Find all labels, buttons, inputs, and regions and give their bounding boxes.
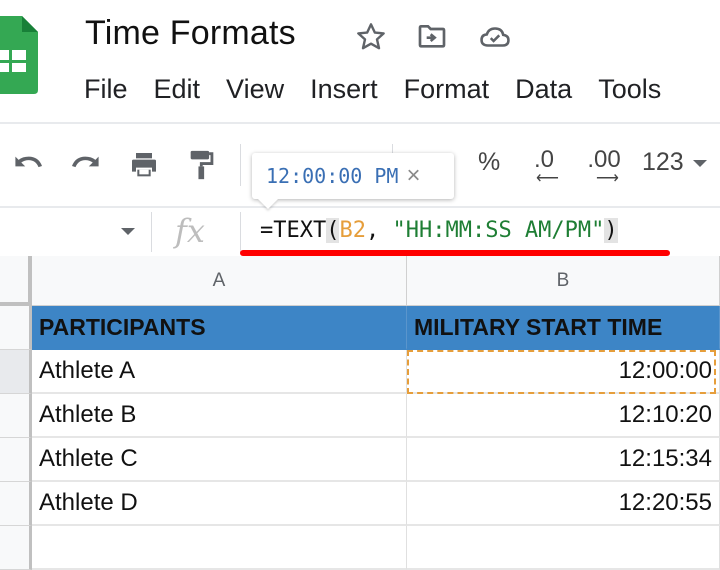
formula-separator <box>240 212 241 252</box>
toolbar-separator <box>240 144 241 186</box>
close-icon[interactable]: × <box>406 164 420 188</box>
cloud-saved-icon[interactable] <box>478 20 512 54</box>
column-header-a[interactable]: A <box>32 256 407 306</box>
table-cell-participant[interactable]: Athlete A <box>32 350 407 394</box>
formula-format-string: "HH:MM:SS AM/PM" <box>392 218 605 243</box>
decrease-decimal-label: .0 <box>533 146 554 173</box>
table-cell-participant[interactable]: Athlete B <box>32 394 407 438</box>
cell-header-participants[interactable]: PARTICIPANTS <box>32 306 407 350</box>
column-header-b[interactable]: B <box>407 256 720 306</box>
print-icon[interactable] <box>124 148 164 182</box>
formula-open-paren: ( <box>326 218 340 243</box>
menu-bar: File Edit View Insert Format Data Tools <box>84 74 687 105</box>
name-box[interactable] <box>0 208 150 256</box>
menu-format[interactable]: Format <box>404 74 490 105</box>
select-all-corner[interactable] <box>0 256 32 306</box>
formula-bar: fx =TEXT(B2, "HH:MM:SS AM/PM") <box>0 208 720 256</box>
arrow-left-icon: ⟵ <box>536 170 559 187</box>
paint-format-icon[interactable] <box>182 148 222 182</box>
formula-separator-text: , <box>365 218 393 243</box>
cell-header-military-start-time[interactable]: MILITARY START TIME <box>407 306 720 350</box>
redo-icon[interactable] <box>66 148 106 182</box>
decrease-decimal-button[interactable]: .0 ⟵ <box>524 146 564 187</box>
more-formats-button[interactable]: 123 <box>642 148 707 177</box>
increase-decimal-button[interactable]: .00 ⟶ <box>584 146 624 187</box>
format-percent-button[interactable]: % <box>478 148 500 177</box>
table-cell-start-time[interactable]: 12:20:55 <box>407 482 720 526</box>
row-header[interactable] <box>0 438 32 482</box>
table-cell-participant[interactable] <box>32 526 407 570</box>
chevron-down-icon <box>121 228 135 235</box>
formula-input[interactable]: =TEXT(B2, "HH:MM:SS AM/PM") <box>260 218 618 243</box>
table-cell-start-time[interactable]: 12:00:00 <box>407 350 720 394</box>
fx-icon: fx <box>175 212 205 250</box>
formula-function: =TEXT <box>260 218 327 243</box>
row-header[interactable] <box>0 306 32 350</box>
more-formats-label: 123 <box>642 148 684 176</box>
menu-tools[interactable]: Tools <box>598 74 661 105</box>
row-header[interactable] <box>0 526 32 570</box>
tooltip-value: 12:00:00 PM <box>266 164 399 188</box>
star-icon[interactable] <box>354 20 388 54</box>
formula-close-paren: ) <box>604 218 618 243</box>
google-sheets-app: Time Formats File Edit View Insert Forma… <box>0 0 720 570</box>
spreadsheet-grid: A B PARTICIPANTS MILITARY START TIME Ath… <box>0 256 720 570</box>
formula-result-tooltip: 12:00:00 PM × <box>252 153 454 199</box>
row-header[interactable] <box>0 482 32 526</box>
undo-icon[interactable] <box>8 148 48 182</box>
chevron-down-icon <box>692 159 707 167</box>
menu-view[interactable]: View <box>226 74 284 105</box>
table-cell-start-time[interactable] <box>407 526 720 570</box>
row-header[interactable] <box>0 350 32 394</box>
row-header[interactable] <box>0 394 32 438</box>
table-cell-participant[interactable]: Athlete D <box>32 482 407 526</box>
formula-cell-ref: B2 <box>339 218 366 243</box>
menu-data[interactable]: Data <box>515 74 572 105</box>
increase-decimal-label: .00 <box>587 146 621 173</box>
table-cell-start-time[interactable]: 12:15:34 <box>407 438 720 482</box>
arrow-right-icon: ⟶ <box>596 170 619 187</box>
document-title[interactable]: Time Formats <box>85 14 296 53</box>
menu-file[interactable]: File <box>84 74 128 105</box>
table-cell-participant[interactable]: Athlete C <box>32 438 407 482</box>
move-to-folder-icon[interactable] <box>415 20 449 54</box>
menu-edit[interactable]: Edit <box>154 74 201 105</box>
table-cell-start-time[interactable]: 12:10:20 <box>407 394 720 438</box>
formula-separator <box>151 212 152 252</box>
menu-insert[interactable]: Insert <box>310 74 378 105</box>
sheets-logo-icon[interactable] <box>0 16 38 94</box>
